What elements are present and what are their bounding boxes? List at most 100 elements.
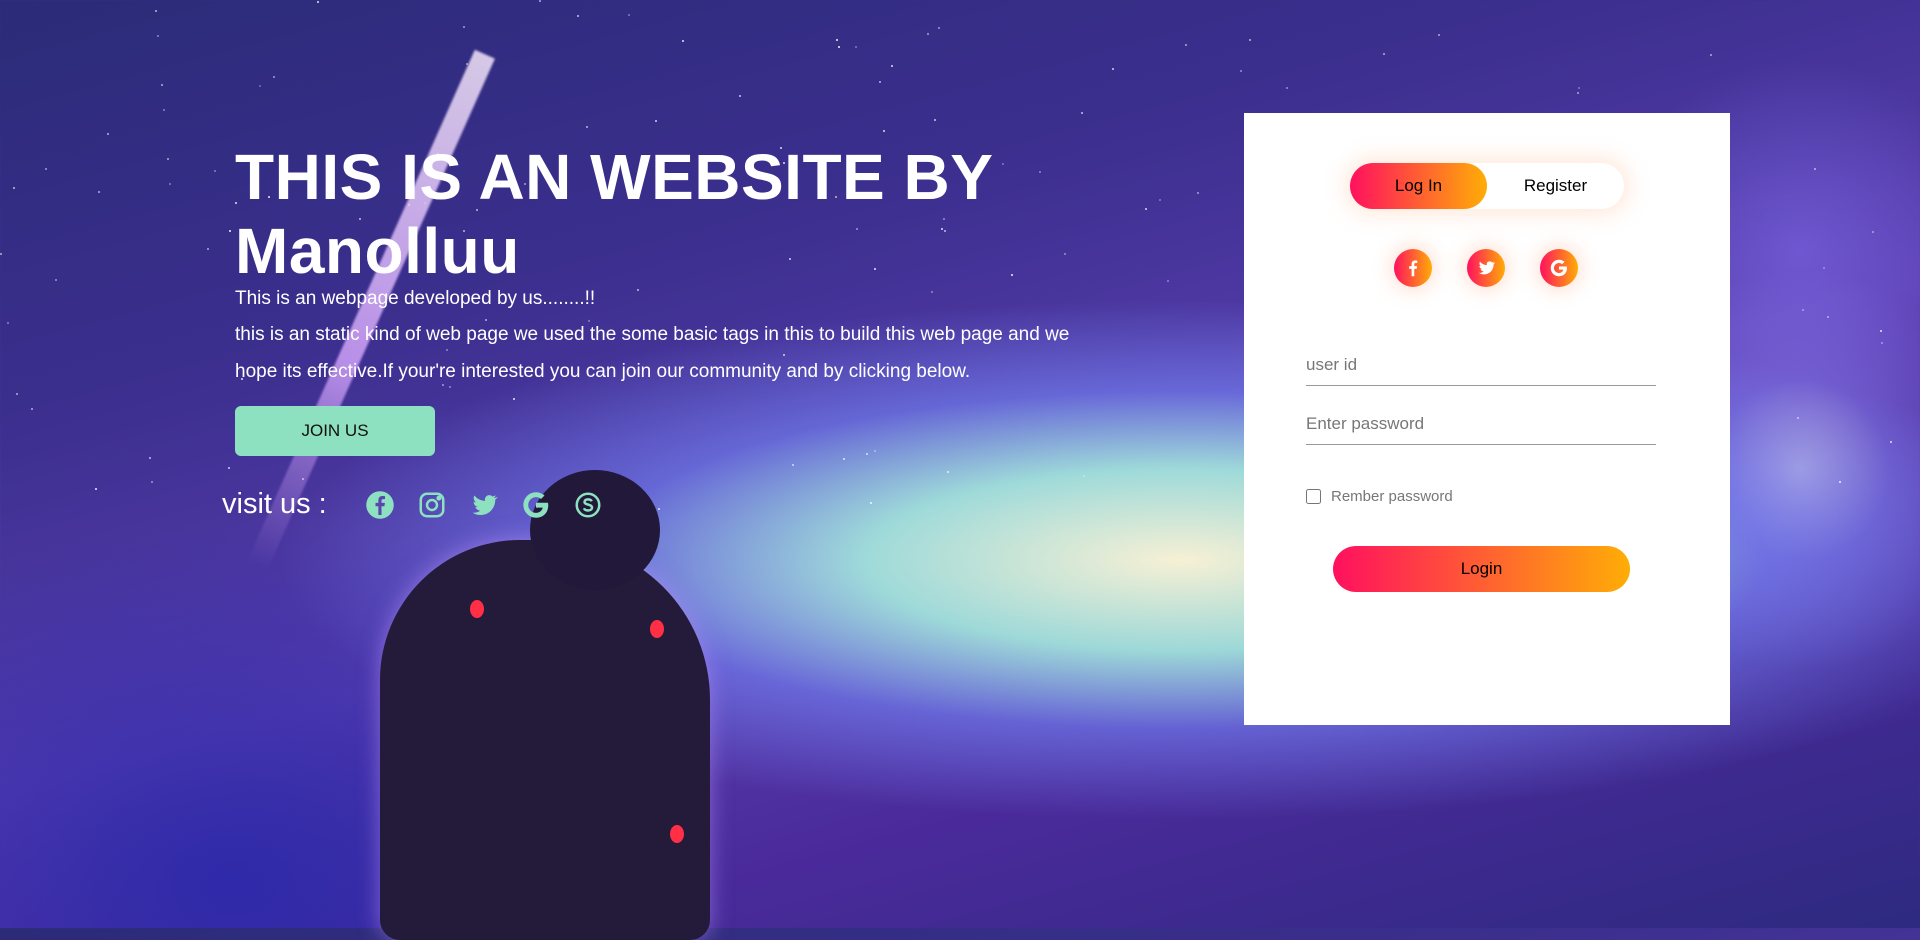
hero-title-line1: THIS IS AN WEBSITE BY: [235, 141, 994, 213]
star: [838, 46, 840, 48]
star: [1286, 87, 1288, 89]
star: [167, 158, 169, 160]
star: [658, 508, 660, 510]
star: [1802, 309, 1804, 311]
star: [98, 191, 100, 193]
facebook-icon[interactable]: [365, 490, 395, 520]
star: [870, 502, 872, 504]
star: [0, 253, 2, 255]
star: [836, 39, 838, 41]
star: [157, 35, 159, 37]
star: [1823, 267, 1825, 269]
star: [466, 63, 468, 65]
visit-us-label: visit us :: [222, 488, 327, 520]
facebook-icon[interactable]: [1394, 249, 1432, 287]
star: [1839, 481, 1841, 483]
star: [228, 467, 230, 469]
social-login-icons: [1394, 249, 1613, 287]
star: [13, 187, 15, 189]
star: [1710, 54, 1712, 56]
star: [792, 464, 794, 466]
star: [655, 120, 657, 122]
hero-intro: This is an webpage developed by us......…: [235, 288, 596, 309]
star: [1240, 70, 1242, 72]
star: [151, 481, 153, 483]
star: [1797, 417, 1799, 419]
star: [1185, 44, 1187, 46]
star: [891, 65, 893, 67]
star: [1159, 199, 1161, 201]
twitter-icon[interactable]: [1467, 249, 1505, 287]
suit-light: [470, 600, 484, 618]
instagram-icon[interactable]: [417, 490, 447, 520]
star: [1383, 53, 1385, 55]
star: [739, 95, 741, 97]
google-icon[interactable]: [521, 490, 551, 520]
star: [207, 248, 209, 250]
star: [149, 457, 151, 459]
star: [1881, 342, 1883, 344]
star: [1872, 231, 1874, 233]
star: [1112, 68, 1114, 70]
star: [55, 279, 57, 281]
star: [628, 14, 630, 16]
auth-toggle: Log In Register: [1350, 163, 1624, 209]
star: [16, 393, 18, 395]
star: [155, 10, 157, 12]
star: [214, 170, 216, 172]
star: [1145, 208, 1147, 210]
star: [259, 85, 261, 87]
star: [45, 168, 47, 170]
join-us-button[interactable]: JOIN US: [235, 406, 435, 456]
remember-password-checkbox[interactable]: [1306, 489, 1321, 504]
star: [273, 76, 275, 78]
skype-icon[interactable]: [573, 490, 603, 520]
hero-title-line2: Manolluu: [235, 215, 520, 287]
star: [163, 109, 165, 111]
star: [938, 27, 940, 29]
user-id-field[interactable]: [1306, 345, 1656, 386]
suit-light: [650, 620, 664, 638]
star: [107, 133, 109, 135]
star: [883, 130, 885, 132]
star: [1249, 39, 1251, 41]
star: [1890, 441, 1892, 443]
star: [1577, 92, 1579, 94]
tab-register[interactable]: Register: [1487, 163, 1624, 209]
tab-log-in[interactable]: Log In: [1350, 163, 1487, 209]
star: [7, 322, 9, 324]
login-button[interactable]: Login: [1333, 546, 1630, 592]
hero-section: THIS IS AN WEBSITE BY Manolluu This is a…: [235, 140, 1115, 456]
google-icon[interactable]: [1540, 249, 1578, 287]
star: [1578, 87, 1580, 89]
star: [577, 15, 579, 17]
star: [1827, 316, 1829, 318]
remember-password: Rember password: [1306, 488, 1453, 505]
star: [1081, 112, 1083, 114]
star: [855, 46, 857, 48]
star: [947, 471, 949, 473]
star: [934, 119, 936, 121]
star: [31, 408, 33, 410]
star: [1197, 192, 1199, 194]
astronaut-figure: [380, 470, 710, 940]
hero-title: THIS IS AN WEBSITE BY Manolluu: [235, 140, 1115, 288]
star: [1814, 168, 1816, 170]
star: [95, 488, 97, 490]
star: [463, 26, 465, 28]
remember-password-label: Rember password: [1331, 488, 1453, 505]
star: [169, 183, 171, 185]
star: [927, 33, 929, 35]
hero-description: this is an static kind of web page we us…: [235, 324, 1070, 382]
star: [1438, 34, 1440, 36]
star: [879, 81, 881, 83]
login-card: Log In Register Rember password Login: [1244, 113, 1730, 725]
password-field[interactable]: [1306, 404, 1656, 445]
star: [1083, 475, 1085, 477]
suit-light: [670, 825, 684, 843]
star: [1880, 330, 1882, 332]
star: [843, 458, 845, 460]
star: [302, 478, 304, 480]
twitter-icon[interactable]: [469, 490, 499, 520]
star: [161, 84, 163, 86]
